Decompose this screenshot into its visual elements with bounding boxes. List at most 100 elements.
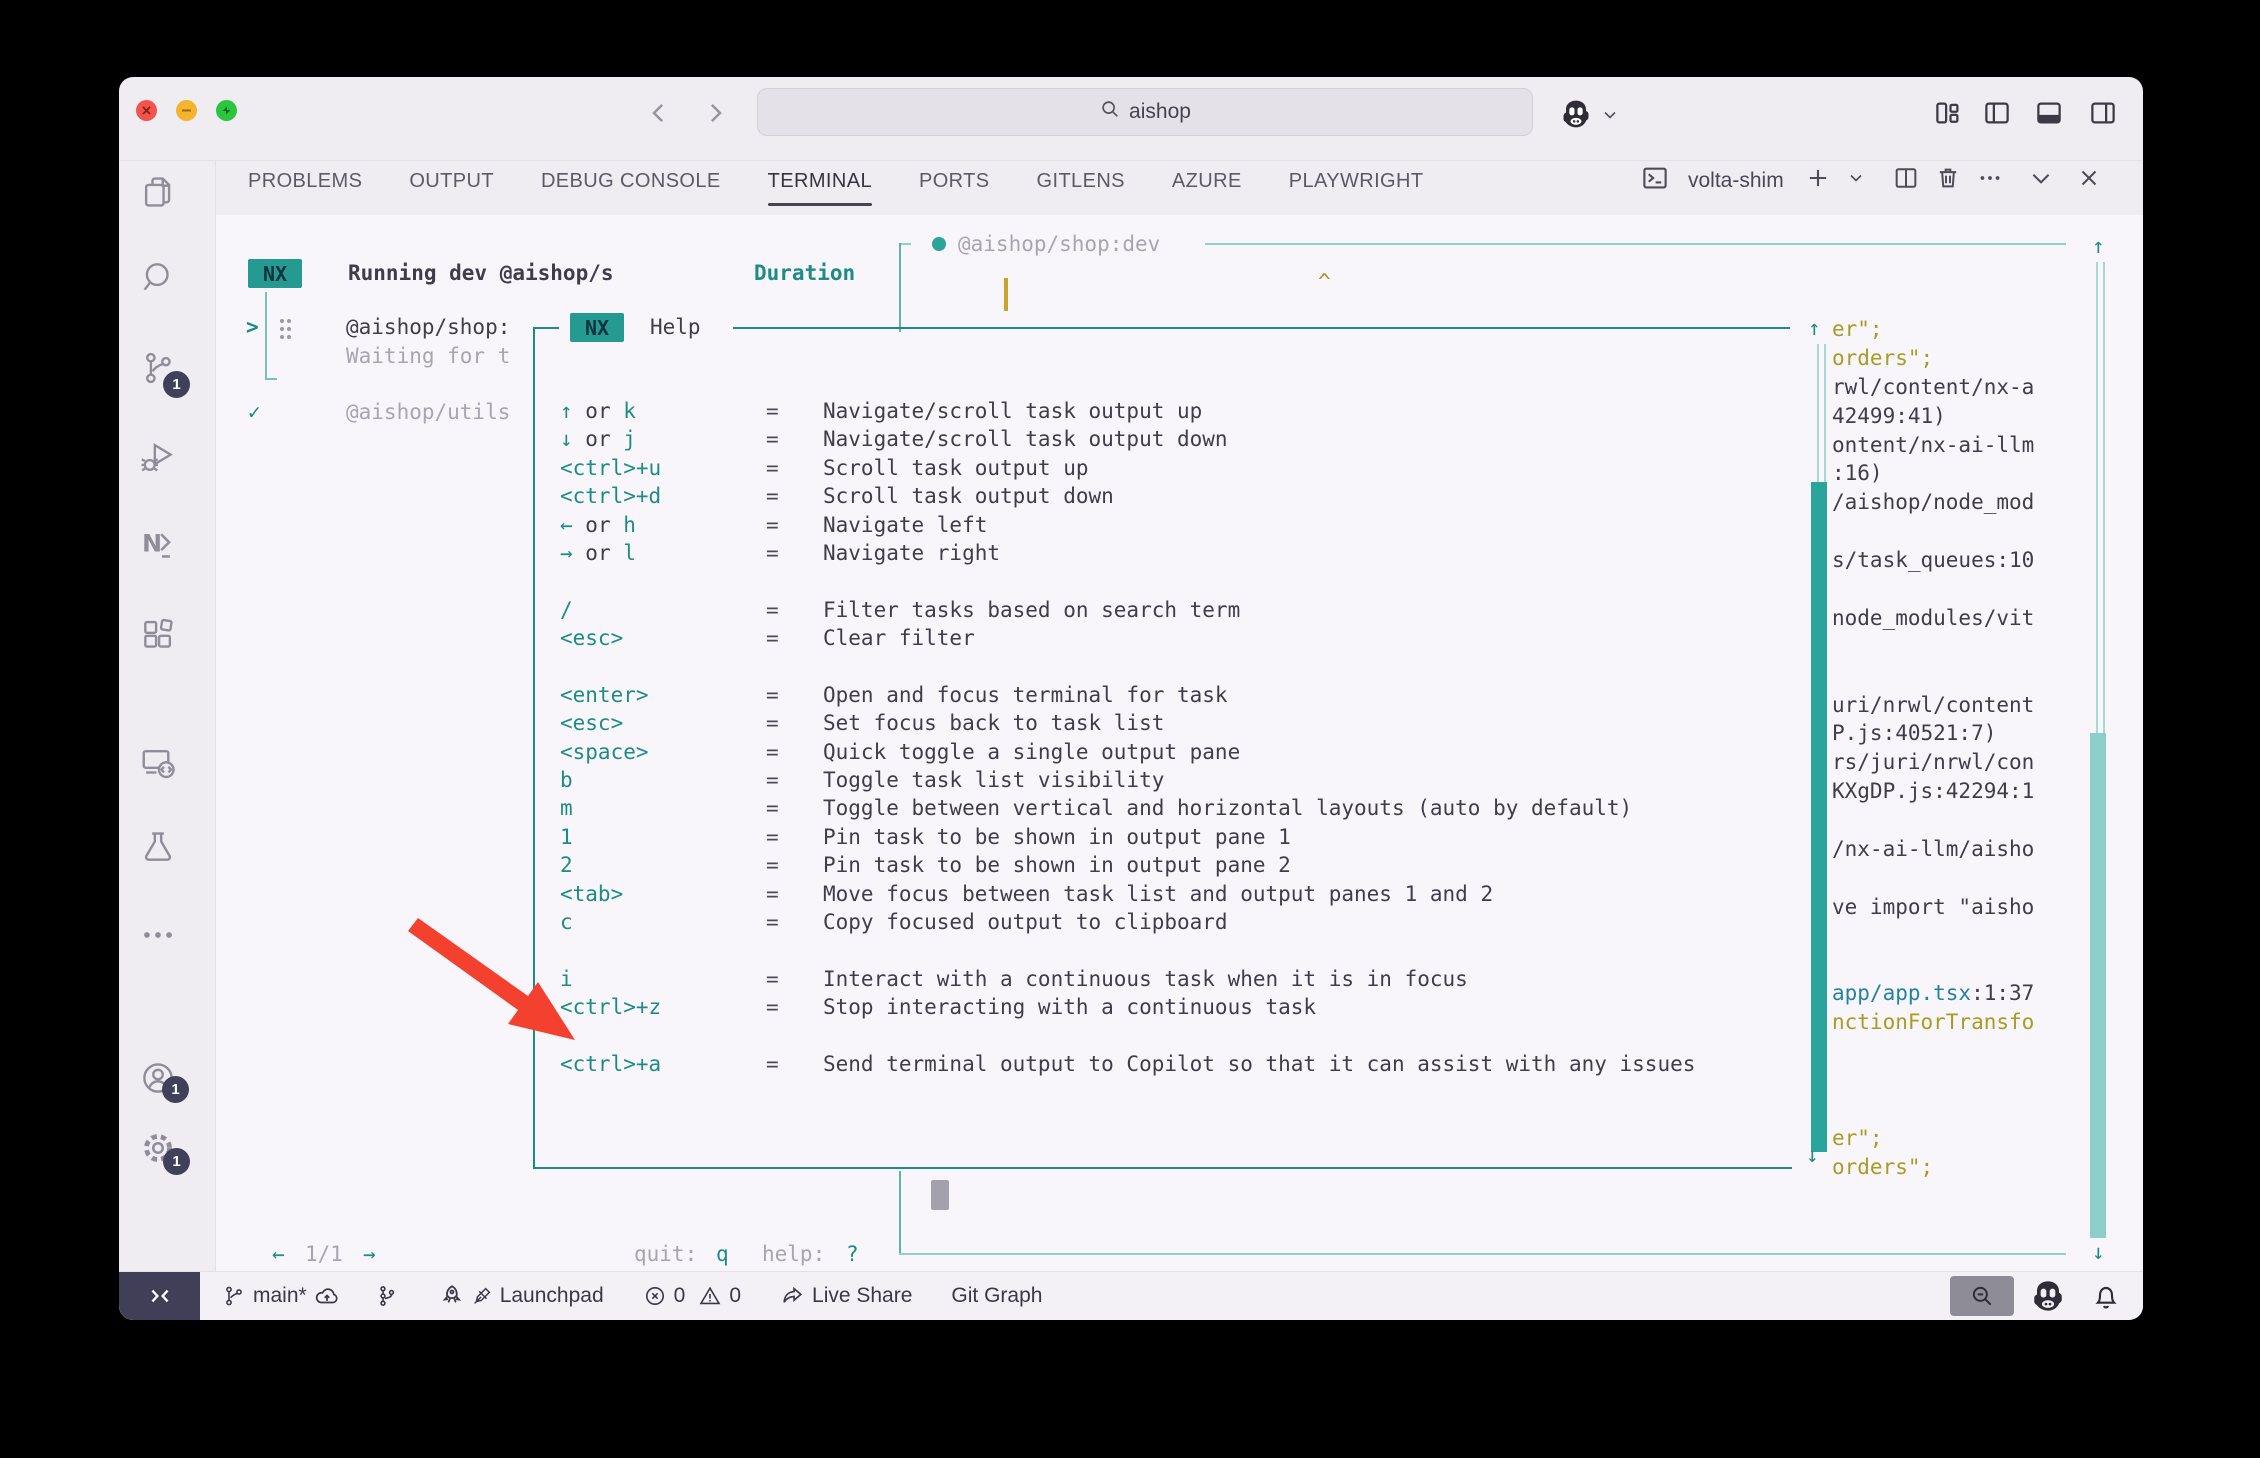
- help-row: <ctrl>+d=Scroll task output down: [560, 484, 1790, 512]
- help-row: c=Copy focused output to clipboard: [560, 910, 1790, 938]
- output-scrollbar-thumb[interactable]: [931, 1180, 949, 1210]
- task-row-2-label[interactable]: @aishop/utils: [346, 398, 510, 426]
- help-row: i=Interact with a continuous task when i…: [560, 967, 1790, 995]
- tab-azure[interactable]: AZURE: [1172, 166, 1242, 200]
- panel-tabs: PROBLEMS OUTPUT DEBUG CONSOLE TERMINAL PORTS…: [248, 166, 1423, 200]
- copilot-titlebar-icon[interactable]: [1556, 94, 1596, 139]
- warning-count: 0: [729, 1284, 741, 1308]
- help-row: 1=Pin task to be shown in output pane 1: [560, 825, 1790, 853]
- tab-ports[interactable]: PORTS: [919, 166, 990, 200]
- close-panel-button[interactable]: [2076, 165, 2102, 196]
- terminal-name[interactable]: volta-shim: [1688, 169, 1784, 193]
- stack-trace-line: [1832, 1039, 2034, 1068]
- chevron-down-icon[interactable]: [1600, 105, 1620, 130]
- task-row-1-label[interactable]: @aishop/shop:: [346, 313, 510, 341]
- copilot-status-icon[interactable]: [2026, 1274, 2070, 1320]
- git-graph-status-item[interactable]: Git Graph: [951, 1284, 1042, 1308]
- toggle-panel-icon[interactable]: [2034, 98, 2064, 133]
- error-count: 0: [674, 1284, 686, 1308]
- kill-terminal-button[interactable]: [1934, 164, 1962, 197]
- task-header-duration: Duration: [754, 259, 855, 287]
- help-row: ↓ or j=Navigate/scroll task output down: [560, 427, 1790, 455]
- nav-back-button[interactable]: [644, 98, 674, 133]
- tab-playwright[interactable]: PLAYWRIGHT: [1289, 166, 1424, 200]
- tab-terminal[interactable]: TERMINAL: [768, 166, 872, 200]
- help-row-spacer: [560, 569, 1790, 597]
- stack-trace-line: [1832, 519, 2034, 548]
- stack-trace-line: [1832, 953, 2034, 982]
- help-row: <tab>=Move focus between task list and o…: [560, 882, 1790, 910]
- outer-scroll-down-icon[interactable]: ↓: [2092, 1238, 2105, 1266]
- task-row-chevron: >: [246, 313, 259, 341]
- stack-trace-line: P.js:40521:7): [1832, 721, 2034, 750]
- inner-scrollbar-thumb[interactable]: [1811, 482, 1827, 1152]
- stack-trace-line: [1832, 924, 2034, 953]
- accounts-badge: 1: [162, 1076, 189, 1103]
- tab-gitlens[interactable]: GITLENS: [1037, 166, 1125, 200]
- scroll-down-icon[interactable]: ↓: [1806, 1141, 1819, 1169]
- notifications-bell-icon[interactable]: [2090, 1280, 2122, 1317]
- terminal-profile-chevron-icon[interactable]: [1846, 168, 1866, 193]
- outer-scrollbar-thumb[interactable]: [2090, 733, 2106, 1238]
- launchpad-status-item[interactable]: Launchpad: [438, 1283, 604, 1309]
- hide-panel-chevron-icon[interactable]: [2028, 165, 2054, 196]
- tab-output[interactable]: OUTPUT: [409, 166, 494, 200]
- command-center-search[interactable]: aishop: [757, 88, 1533, 136]
- problems-status-item[interactable]: 0 0: [643, 1284, 741, 1308]
- help-row: ↑ or k=Navigate/scroll task output up: [560, 399, 1790, 427]
- task-row-1-status: Waiting for t: [346, 342, 510, 370]
- extensions-icon[interactable]: [138, 615, 178, 655]
- nx-task-badge: NX: [248, 259, 302, 288]
- remote-explorer-icon[interactable]: [138, 743, 178, 783]
- help-row: m=Toggle between vertical and horizontal…: [560, 796, 1790, 824]
- branch-status-item[interactable]: main*: [222, 1283, 340, 1309]
- drag-dots-icon: [276, 316, 296, 347]
- hint-quit-key: q: [716, 1240, 729, 1268]
- new-terminal-button[interactable]: [1804, 164, 1832, 197]
- output-caret: ^: [1318, 268, 1331, 296]
- task-row-2-check-icon: ✓: [248, 398, 261, 426]
- outer-scroll-up-icon[interactable]: ↑: [2092, 232, 2105, 260]
- customize-layout-icon[interactable]: [1933, 98, 1963, 133]
- help-row: /=Filter tasks based on search term: [560, 598, 1790, 626]
- minimize-window-button[interactable]: [176, 100, 197, 121]
- nx-console-icon[interactable]: N: [138, 523, 178, 563]
- tab-debug-console[interactable]: DEBUG CONSOLE: [541, 166, 721, 200]
- testing-icon[interactable]: [138, 827, 178, 867]
- close-window-button[interactable]: [136, 100, 157, 121]
- help-row: <esc>=Clear filter: [560, 626, 1790, 654]
- graph-status-item[interactable]: [375, 1284, 399, 1308]
- scroll-up-icon[interactable]: ↑: [1808, 314, 1821, 342]
- toggle-secondary-sidebar-icon[interactable]: [2088, 98, 2118, 133]
- hint-quit-label: quit:: [634, 1240, 697, 1268]
- live-share-status-item[interactable]: Live Share: [780, 1284, 912, 1309]
- stack-trace-line: [1832, 1068, 2034, 1097]
- task-status-dot: [932, 237, 946, 251]
- split-terminal-button[interactable]: [1892, 164, 1920, 197]
- stack-trace-line: [1832, 577, 2034, 606]
- pager-next[interactable]: →: [363, 1240, 376, 1268]
- stack-trace-line: [1832, 635, 2034, 664]
- toggle-primary-sidebar-icon[interactable]: [1982, 98, 2012, 133]
- stack-trace-column: er";orders";rwl/content/nx-a42499:41)ont…: [1832, 317, 2034, 1184]
- hint-help-label: help:: [762, 1240, 825, 1268]
- nav-forward-button[interactable]: [700, 98, 730, 133]
- remote-indicator[interactable]: [119, 1272, 200, 1320]
- help-row: <esc>=Set focus back to task list: [560, 711, 1790, 739]
- panel-more-actions-button[interactable]: [1976, 164, 2004, 197]
- status-items-left: main*: [222, 1272, 1042, 1320]
- stack-trace-line: orders";: [1832, 1155, 2034, 1184]
- more-views-icon[interactable]: [138, 915, 178, 955]
- help-row: ← or h=Navigate left: [560, 513, 1790, 541]
- zoom-window-button[interactable]: [216, 100, 237, 121]
- terminal-icon: [1640, 163, 1670, 198]
- run-debug-icon[interactable]: [138, 437, 178, 477]
- stack-trace-line: KXgDP.js:42294:1: [1832, 779, 2034, 808]
- zoom-status-button[interactable]: [1950, 1276, 2014, 1316]
- pager-prev[interactable]: ←: [272, 1240, 285, 1268]
- stack-trace-line: ontent/nx-ai-llm: [1832, 433, 2034, 462]
- explorer-icon[interactable]: [138, 172, 178, 212]
- help-row: <space>=Quick toggle a single output pan…: [560, 740, 1790, 768]
- search-sidebar-icon[interactable]: [138, 257, 178, 297]
- tab-problems[interactable]: PROBLEMS: [248, 166, 362, 200]
